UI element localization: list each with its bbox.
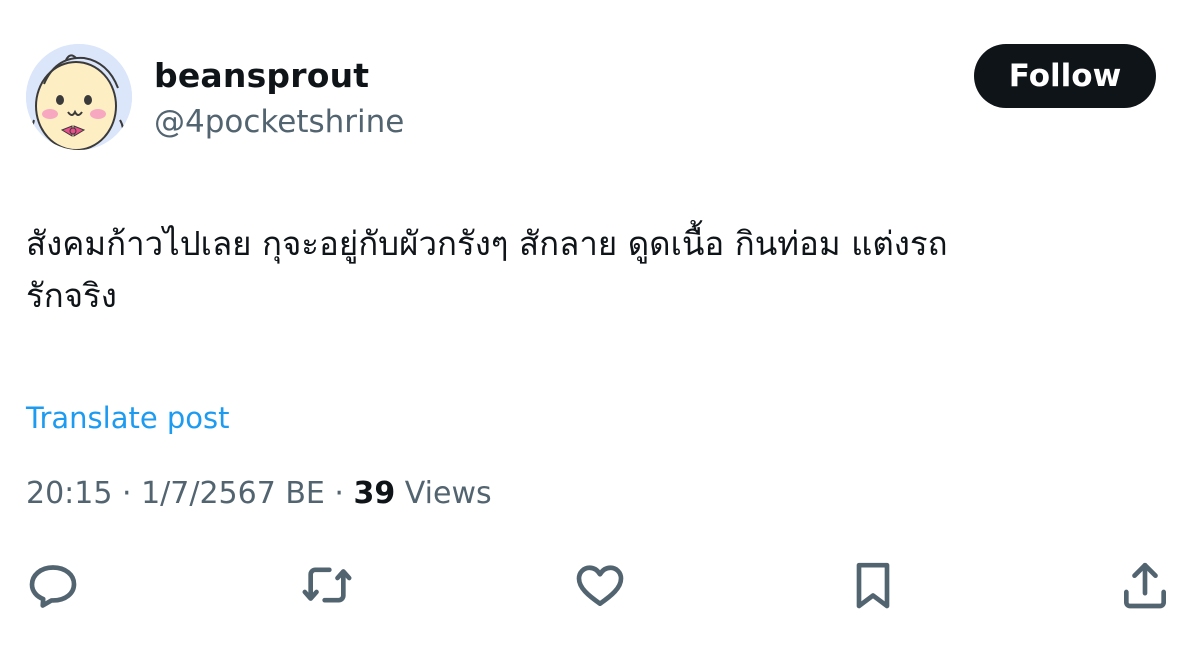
bookmark-button[interactable] [838, 550, 908, 620]
follow-button[interactable]: Follow [974, 44, 1156, 108]
meta-separator: · [324, 476, 354, 511]
tweet-time[interactable]: 20:15 [26, 476, 112, 511]
repost-button[interactable] [292, 550, 362, 620]
reply-icon [29, 565, 77, 608]
action-bar [0, 550, 1200, 620]
like-icon [576, 565, 624, 606]
meta-separator: · [112, 476, 142, 511]
reply-button[interactable] [18, 550, 88, 620]
user-names: beansprout @4pocketshrine [154, 58, 404, 142]
user-handle[interactable]: @4pocketshrine [154, 102, 404, 142]
repost-icon [302, 567, 352, 603]
tweet-text: สังคมก้าวไปเลย กุจะอยู่กับผัวกรังๆ สักลา… [26, 218, 1166, 322]
display-name[interactable]: beansprout [154, 58, 404, 94]
share-button[interactable] [1110, 550, 1180, 620]
bookmark-icon [856, 562, 890, 609]
share-icon [1124, 562, 1166, 609]
like-button[interactable] [565, 550, 635, 620]
views-label: Views [395, 476, 492, 511]
avatar[interactable] [26, 44, 132, 150]
tweet-header: beansprout @4pocketshrine Follow [26, 44, 1156, 154]
tweet-text-line: รักจริง [26, 276, 117, 315]
translate-post-link[interactable]: Translate post [26, 398, 230, 438]
tweet-text-line: สังคมก้าวไปเลย กุจะอยู่กับผัวกรังๆ สักลา… [26, 224, 948, 263]
tweet-date[interactable]: 1/7/2567 BE [141, 476, 325, 511]
tweet-meta: 20:15 · 1/7/2567 BE · 39 Views [26, 474, 492, 514]
views-count: 39 [353, 476, 396, 511]
cartoon-bean-avatar-icon [26, 44, 132, 150]
